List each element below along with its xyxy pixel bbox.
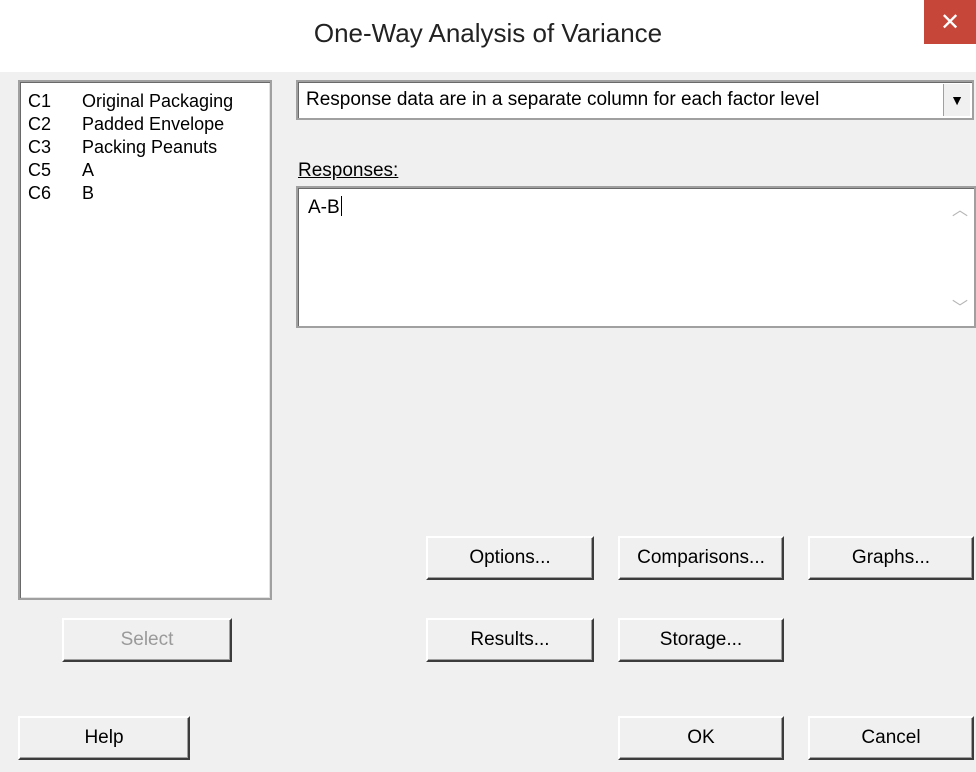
data-layout-select[interactable]: Response data are in a separate column f… xyxy=(296,80,974,120)
list-item[interactable]: C1 Original Packaging xyxy=(28,90,270,113)
options-button[interactable]: Options... xyxy=(426,536,594,580)
select-button[interactable]: Select xyxy=(62,618,232,662)
variable-list[interactable]: C1 Original Packaging C2 Padded Envelope… xyxy=(18,80,272,600)
comparisons-button[interactable]: Comparisons... xyxy=(618,536,784,580)
responses-value: A-B xyxy=(308,197,340,218)
ok-button[interactable]: OK xyxy=(618,716,784,760)
list-item[interactable]: C6 B xyxy=(28,182,270,205)
cancel-button[interactable]: Cancel xyxy=(808,716,974,760)
responses-input[interactable]: A-B ︿ ﹀ xyxy=(296,186,976,328)
list-item[interactable]: C5 A xyxy=(28,159,270,182)
list-item[interactable]: C3 Packing Peanuts xyxy=(28,136,270,159)
help-button[interactable]: Help xyxy=(18,716,190,760)
title-bar: One-Way Analysis of Variance ✕ xyxy=(0,0,976,72)
data-layout-value: Response data are in a separate column f… xyxy=(306,89,820,110)
list-item[interactable]: C2 Padded Envelope xyxy=(28,113,270,136)
text-caret xyxy=(340,196,342,216)
window-title: One-Way Analysis of Variance xyxy=(313,18,663,48)
chevron-down-icon[interactable]: ▼ xyxy=(943,84,970,116)
close-icon: ✕ xyxy=(939,8,961,36)
scroll-down-icon[interactable]: ﹀ xyxy=(952,294,968,318)
close-button[interactable]: ✕ xyxy=(924,0,976,44)
results-button[interactable]: Results... xyxy=(426,618,594,662)
storage-button[interactable]: Storage... xyxy=(618,618,784,662)
scroll-up-icon[interactable]: ︿ xyxy=(952,196,968,220)
responses-label: Responses: xyxy=(298,160,399,181)
graphs-button[interactable]: Graphs... xyxy=(808,536,974,580)
